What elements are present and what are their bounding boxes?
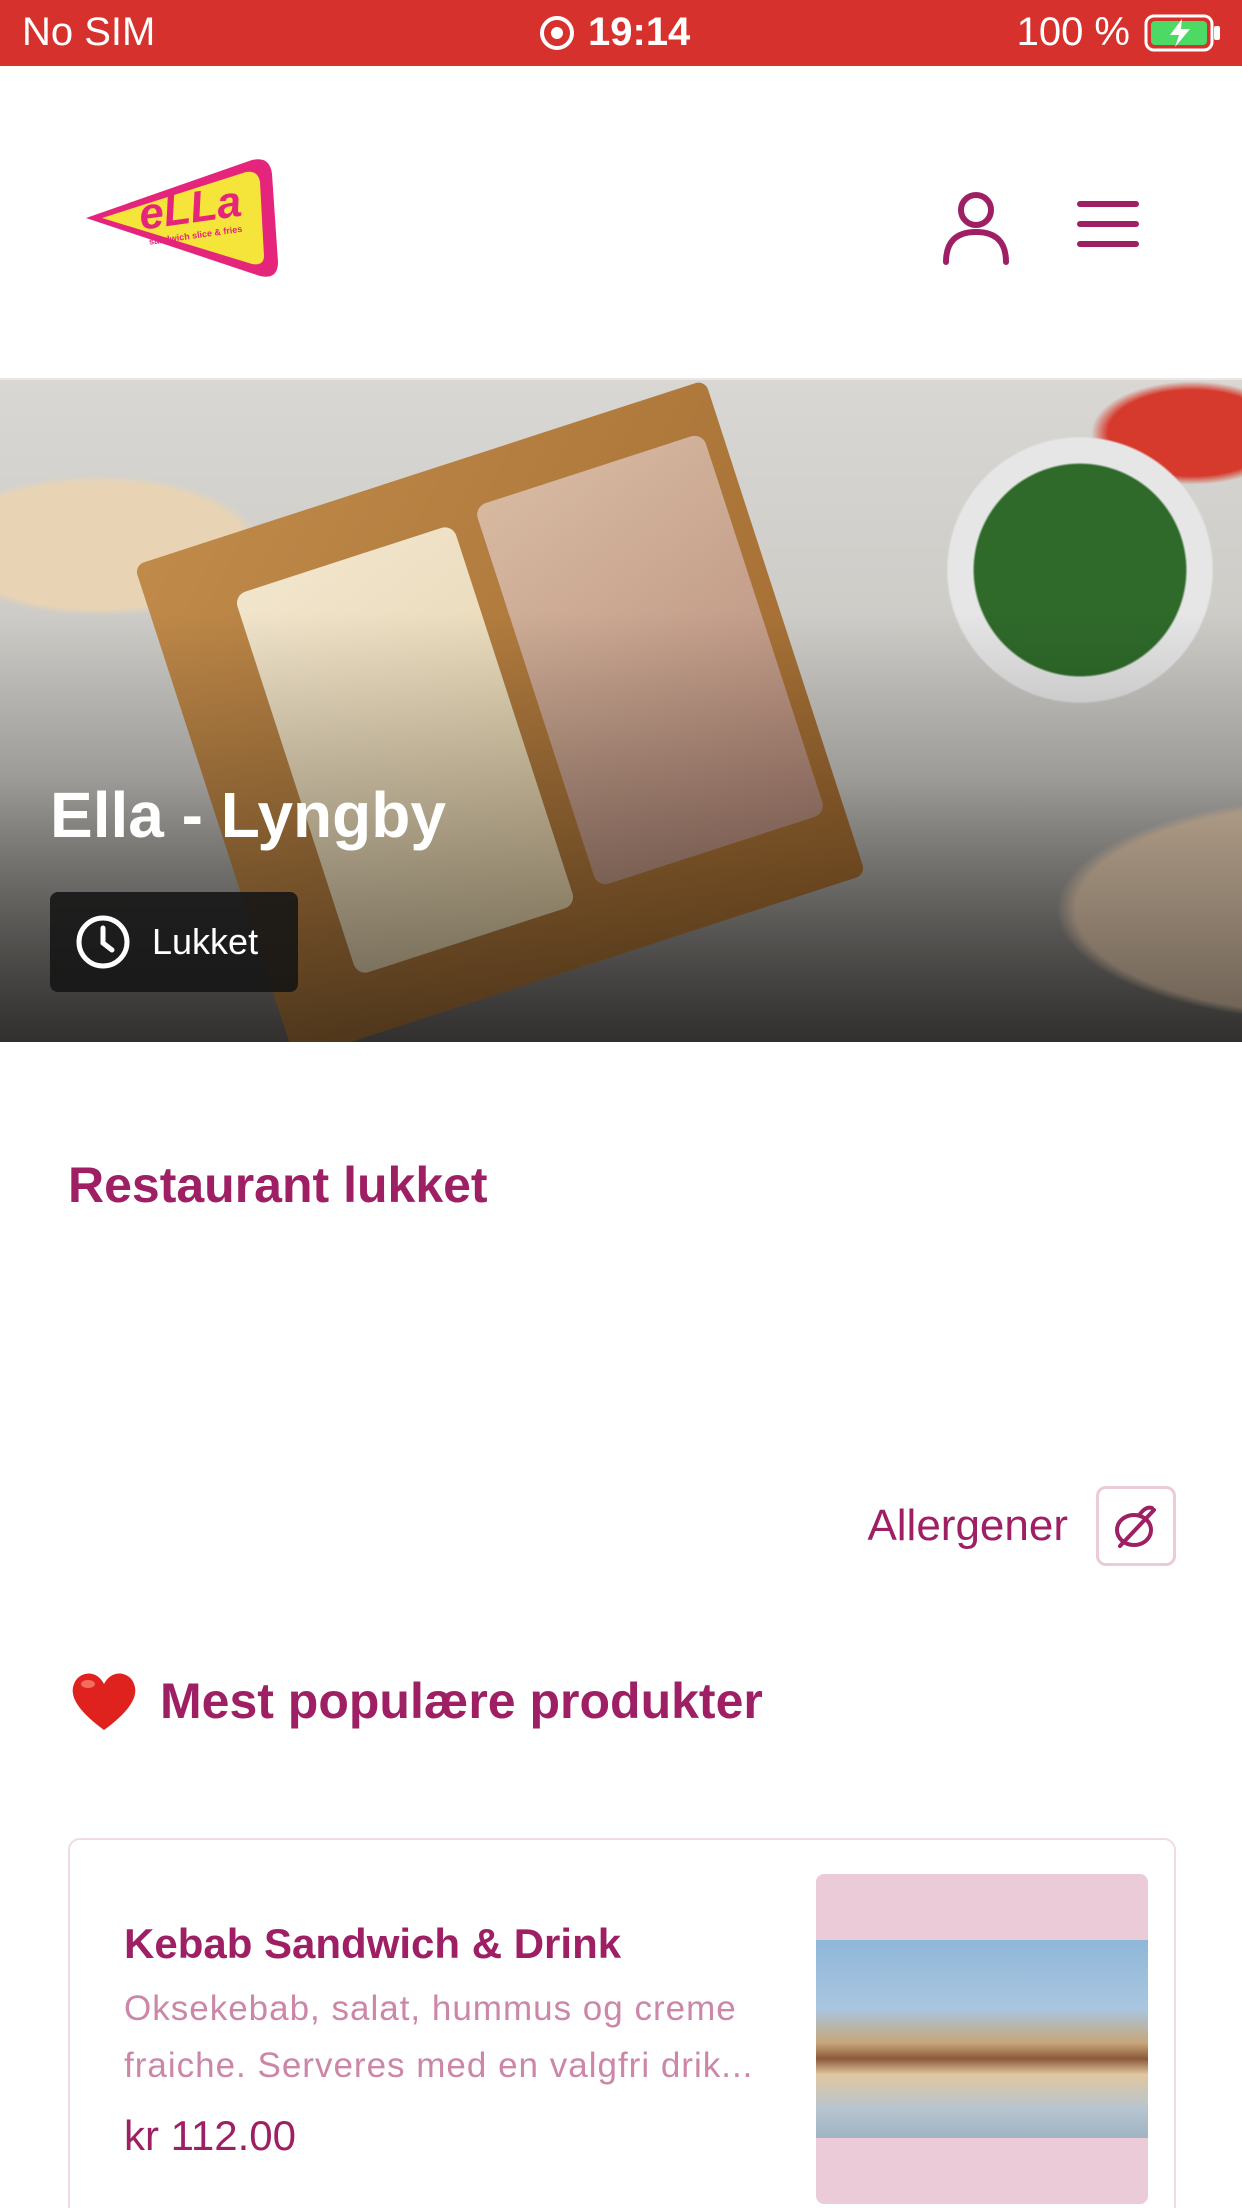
status-center: 19:14 [540, 10, 690, 55]
product-card[interactable]: Kebab Sandwich & Drink Oksekebab, salat,… [68, 1838, 1176, 2208]
allergens-link[interactable]: Allergener [867, 1486, 1176, 1566]
status-right: 100 % [1017, 10, 1222, 55]
product-image [816, 1874, 1148, 2204]
heart-icon [72, 1673, 136, 1730]
popular-products-heading: Mest populære produkter [68, 1668, 763, 1734]
product-price: kr 112.00 [124, 2112, 296, 2159]
app-header: eLLa sandwich slice & fries [0, 66, 1242, 380]
product-photo [816, 1940, 1148, 2138]
battery-percent: 100 % [1016, 10, 1130, 54]
battery-charging-icon [1144, 14, 1220, 51]
allergens-button[interactable] [1096, 1486, 1176, 1566]
opening-status-label: Lukket [152, 921, 259, 962]
restaurant-closed-title: Restaurant lukket [68, 1157, 488, 1213]
restaurant-name: Ella - Lyngby [50, 779, 446, 851]
restaurant-hero: Ella - Lyngby Lukket [0, 380, 1242, 1042]
allergens-label: Allergener [867, 1501, 1068, 1550]
product-name: Kebab Sandwich & Drink [124, 1920, 622, 1967]
recording-icon [540, 15, 574, 50]
ella-logo[interactable]: eLLa sandwich slice & fries [82, 152, 282, 284]
opening-status-badge: Lukket [50, 892, 298, 992]
carrier-label: No SIM [22, 10, 156, 54]
hamburger-menu-icon[interactable] [1076, 194, 1140, 254]
allergen-nut-icon [1115, 1505, 1156, 1548]
user-account-icon[interactable] [940, 186, 1012, 266]
clock: 19:14 [588, 10, 691, 54]
product-description: Oksekebab, salat, hummus og creme fraich… [124, 1989, 754, 2085]
clock-icon [76, 915, 130, 969]
status-bar: No SIM 19:14 100 % [0, 0, 1242, 66]
popular-products-title: Mest populære produkter [160, 1673, 763, 1729]
